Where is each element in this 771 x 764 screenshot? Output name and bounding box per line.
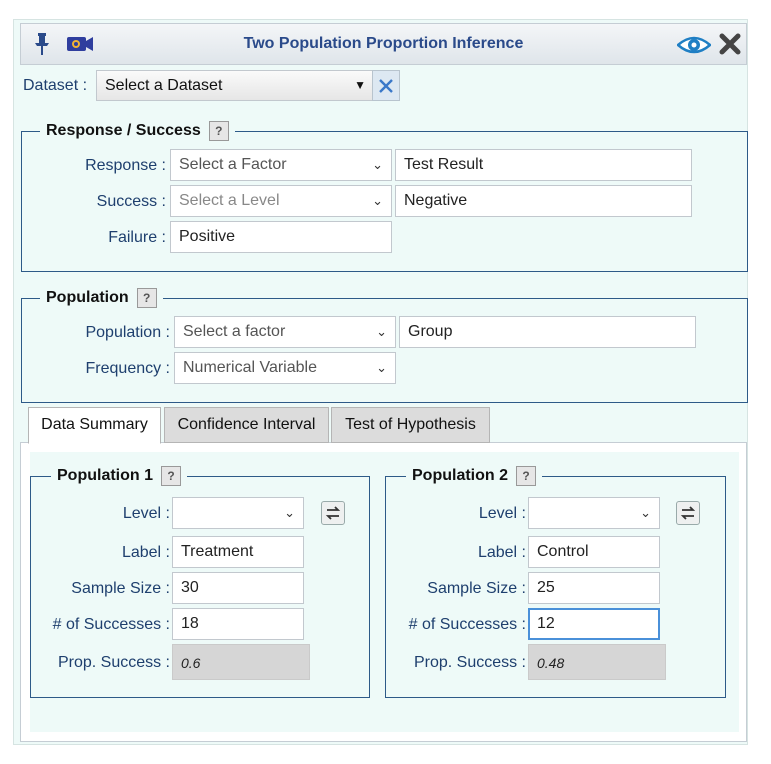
population-value-field[interactable]: Group — [399, 316, 696, 348]
pop2-level-label: Level : — [478, 505, 526, 522]
help-icon[interactable]: ? — [516, 466, 536, 486]
pop1-swap-button[interactable] — [321, 501, 345, 525]
success-select[interactable]: Select a Level ⌄ — [170, 185, 392, 217]
chevron-down-icon: ⌄ — [284, 505, 295, 520]
help-icon[interactable]: ? — [208, 121, 229, 141]
pop1-prop-success-label: Prop. Success : — [57, 654, 170, 671]
pop2-label-field[interactable]: Control — [528, 536, 660, 568]
chevron-down-icon: ⌄ — [372, 157, 383, 172]
success-value-field[interactable]: Negative — [395, 185, 692, 217]
frequency-label: Frequency : — [85, 360, 170, 377]
response-value-field[interactable]: Test Result — [395, 149, 692, 181]
pop2-prop-success-value: 0.48 — [528, 644, 666, 680]
title-bar: Two Population Proportion Inference — [20, 23, 747, 65]
tab-test-of-hypothesis[interactable]: Test of Hypothesis — [331, 407, 490, 443]
swap-arrows-icon — [680, 506, 696, 520]
pop1-level-label: Level : — [122, 505, 170, 522]
population-1-legend: Population 1? — [51, 466, 187, 486]
failure-value-field[interactable]: Positive — [170, 221, 392, 253]
chevron-down-icon: ⌄ — [376, 360, 387, 375]
eye-icon[interactable] — [677, 35, 711, 55]
dropdown-triangle-icon: ▼ — [354, 78, 366, 92]
chevron-down-icon: ⌄ — [376, 324, 387, 339]
tab-data-summary[interactable]: Data Summary — [28, 407, 161, 444]
population-group: Population? — [21, 288, 748, 403]
pop1-successes-label: # of Successes : — [52, 616, 170, 633]
dataset-label: Dataset : — [23, 77, 88, 94]
dataset-select[interactable]: Select a Dataset ▼ — [96, 70, 373, 101]
pop2-label-label: Label : — [477, 544, 526, 561]
close-icon[interactable] — [719, 33, 741, 55]
frequency-select[interactable]: Numerical Variable ⌄ — [174, 352, 396, 384]
pop2-swap-button[interactable] — [676, 501, 700, 525]
help-icon[interactable]: ? — [161, 466, 181, 486]
pop2-sample-size-field[interactable]: 25 — [528, 572, 660, 604]
response-success-legend: Response / Success? — [40, 121, 235, 141]
pop1-successes-field[interactable]: 18 — [172, 608, 304, 640]
chevron-down-icon: ⌄ — [372, 193, 383, 208]
tab-confidence-interval[interactable]: Confidence Interval — [164, 407, 329, 443]
success-label: Success : — [96, 193, 166, 210]
swap-arrows-icon — [325, 506, 341, 520]
help-icon[interactable]: ? — [136, 288, 157, 308]
dataset-select-value: Select a Dataset — [105, 77, 223, 94]
pop2-sample-size-label: Sample Size : — [427, 580, 526, 597]
pop1-label-label: Label : — [121, 544, 170, 561]
pop1-sample-size-field[interactable]: 30 — [172, 572, 304, 604]
chevron-down-icon: ⌄ — [640, 505, 651, 520]
pop1-level-select[interactable]: ⌄ — [172, 497, 304, 529]
response-label: Response : — [85, 157, 166, 174]
population-select[interactable]: Select a factor ⌄ — [174, 316, 396, 348]
failure-label: Failure : — [108, 229, 166, 246]
clear-x-icon — [379, 79, 393, 93]
pop2-level-select[interactable]: ⌄ — [528, 497, 660, 529]
population-legend: Population? — [40, 288, 163, 308]
pop1-sample-size-label: Sample Size : — [71, 580, 170, 597]
population-2-legend: Population 2? — [406, 466, 542, 486]
pop2-successes-field[interactable]: 12 — [528, 608, 660, 640]
pop2-prop-success-label: Prop. Success : — [413, 654, 526, 671]
pop1-label-field[interactable]: Treatment — [172, 536, 304, 568]
pop2-successes-label: # of Successes : — [408, 616, 526, 633]
population-label: Population : — [85, 324, 170, 341]
pop1-prop-success-value: 0.6 — [172, 644, 310, 680]
window-title: Two Population Proportion Inference — [243, 35, 524, 52]
clear-dataset-button[interactable] — [372, 70, 400, 101]
response-select[interactable]: Select a Factor ⌄ — [170, 149, 392, 181]
